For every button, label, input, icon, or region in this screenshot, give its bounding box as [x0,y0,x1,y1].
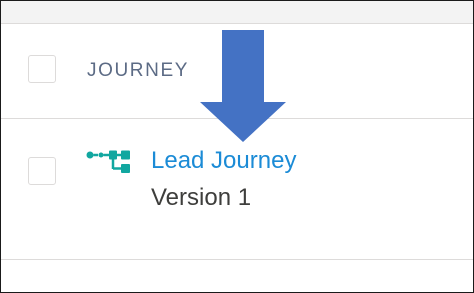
column-header-journey[interactable]: JOURNEY [87,61,189,80]
table-toolbar-strip [1,1,473,24]
table-row: Lead Journey Version 1 [1,119,473,260]
journey-name-link[interactable]: Lead Journey [151,147,296,176]
journey-version-label: Version 1 [151,184,252,211]
select-all-checkbox[interactable] [28,55,56,83]
table-container: JOURNEY Lead Journey Version 1 [0,0,474,293]
row-select-checkbox[interactable] [28,157,56,185]
journey-flow-icon [86,150,130,173]
table-header-row: JOURNEY [1,24,473,119]
